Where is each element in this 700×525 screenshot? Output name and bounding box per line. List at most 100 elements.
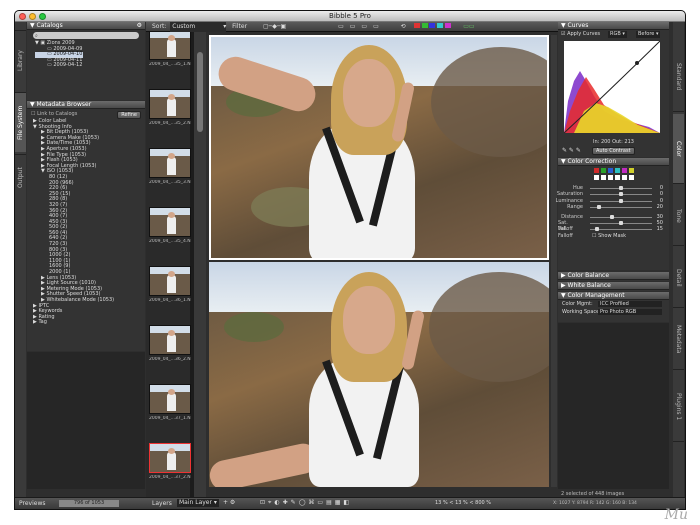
thumbnail[interactable] (149, 207, 191, 237)
swatch-slot[interactable] (593, 175, 599, 180)
thumbnail[interactable] (149, 89, 191, 119)
tool-icons[interactable]: ⊡⌖◐✚✎◯⌘▭▤▦◧ (260, 499, 352, 507)
swatch-slot[interactable] (600, 175, 606, 180)
thumbnail[interactable] (149, 266, 191, 296)
tab-tone[interactable]: Tone (673, 186, 684, 246)
close-window-button[interactable] (19, 13, 26, 20)
color-swatch[interactable] (593, 168, 599, 173)
tab-metadata[interactable]: Metadata (673, 310, 684, 370)
metadata-item[interactable]: ▶ Tag (33, 320, 145, 326)
link-checkbox[interactable]: ☐ (31, 111, 35, 117)
tab-output[interactable]: Output (15, 154, 26, 200)
tab-file-system[interactable]: File System (15, 92, 26, 152)
label-magenta-button[interactable] (445, 23, 452, 28)
thumbnail[interactable] (149, 148, 191, 178)
color-swatch[interactable] (614, 168, 620, 173)
thumbnail[interactable] (149, 384, 191, 414)
color-swatch[interactable] (628, 168, 634, 173)
slider-track[interactable] (590, 216, 652, 218)
curves-mode-select[interactable]: Before ▾ (636, 31, 661, 38)
brush-left (224, 312, 284, 342)
metadata-browser-header[interactable]: ▼ Metadata Browser (27, 101, 145, 109)
color-mgmt-select[interactable]: ICC Profiled (598, 301, 662, 307)
label-red-button[interactable] (413, 23, 420, 28)
apply-curves-checkbox[interactable]: ☑ (561, 31, 565, 37)
thumbnail[interactable] (149, 30, 191, 60)
swatch-slot[interactable] (607, 175, 613, 180)
scroll-thumb[interactable] (197, 52, 203, 132)
slider-value[interactable]: 20 (657, 204, 663, 210)
slider-value[interactable]: 15 (657, 226, 663, 232)
slider-knob[interactable] (619, 186, 623, 190)
thumbnail[interactable] (149, 325, 191, 355)
view-mode-icons[interactable]: ▭▭▭▭ (338, 23, 385, 30)
label-cyan-button[interactable] (437, 23, 444, 28)
size-slider-icon[interactable]: ▢─◆─▣ (263, 23, 286, 30)
catalog-action-icon[interactable]: ⚙ (137, 22, 142, 29)
slider-knob[interactable] (619, 220, 623, 225)
label-blue-button[interactable] (429, 23, 436, 28)
color-balance-header[interactable]: ▶ Color Balance (558, 272, 669, 280)
tab-color[interactable]: Color (673, 114, 684, 184)
out-value[interactable]: 213 (624, 139, 634, 145)
slider-track[interactable] (590, 229, 652, 231)
sort-select[interactable]: Custom ▾ (170, 22, 227, 32)
add-layer-icon[interactable]: + ⚙ (223, 499, 235, 506)
filter-button[interactable]: Filter (232, 23, 247, 30)
thumb-figure (167, 98, 176, 116)
selection-count: 2 selected of 448 images (561, 491, 625, 497)
slider-knob[interactable] (597, 205, 602, 210)
thumbnail[interactable] (149, 443, 191, 473)
slider-knob[interactable] (609, 214, 614, 219)
slider-row: Val. Falloff 15 (558, 226, 669, 238)
thumbnail-strip-scroll-track[interactable] (194, 22, 206, 497)
tab-standard[interactable]: Standard (673, 42, 684, 112)
zoom-readout[interactable]: 13 % < 13 % < 800 % (435, 500, 491, 506)
tab-plugins[interactable]: Plugins 1 (673, 372, 684, 442)
refine-button[interactable]: Refine (117, 111, 141, 119)
rotate-icon[interactable]: ⟲ (401, 23, 406, 30)
curves-histogram[interactable] (564, 41, 660, 133)
catalog-search-input[interactable]: ⌕ (33, 32, 139, 39)
color-swatch[interactable] (600, 168, 606, 173)
tab-library[interactable]: Library (15, 30, 26, 90)
white-balance-header[interactable]: ▶ White Balance (558, 282, 669, 290)
swatch-slot[interactable] (621, 175, 627, 180)
slider-knob[interactable] (619, 192, 623, 197)
color-swatch[interactable] (621, 168, 627, 173)
layer-select[interactable]: Main Layer ▾ (177, 499, 219, 507)
show-mask-label: Show Mask (598, 232, 627, 239)
layers-label[interactable]: Layers (152, 500, 172, 507)
working-space-select[interactable]: Pro Photo RGB (598, 309, 662, 315)
curve-point[interactable] (635, 61, 639, 65)
color-swatch[interactable] (607, 168, 613, 173)
swatch-slot[interactable] (628, 175, 634, 180)
curves-channel-select[interactable]: RGB ▾ (608, 31, 627, 38)
label-green-button[interactable] (421, 23, 428, 28)
metadata-link-row: ☐ Link to Catalogs Refine (27, 109, 145, 119)
show-mask-checkbox[interactable]: ☐ (592, 233, 596, 239)
preview-scrollbar[interactable] (551, 35, 557, 487)
color-management-header[interactable]: ▼ Color Management (558, 292, 669, 300)
auto-contrast-button[interactable]: Auto Contrast (592, 147, 635, 155)
in-value[interactable]: 200 (601, 139, 611, 145)
compare-icon[interactable]: ▭▭ (463, 23, 474, 30)
catalogs-header[interactable]: ▼ Catalogs ⚙ (27, 22, 145, 30)
zoom-window-button[interactable] (39, 13, 46, 20)
curves-io-row: In: 200 Out: 213 (558, 139, 669, 145)
tab-detail[interactable]: Detail (673, 248, 684, 308)
main-preview-bottom[interactable] (209, 262, 549, 487)
catalog-item[interactable]: ▭ 2009-04-12 (35, 63, 145, 69)
white-balance-title: White Balance (567, 282, 611, 289)
catalogs-panel: ▼ Catalogs ⚙ ⌕ ▼ ▣ Zions 2009 ▭ 2009-04-… (27, 22, 145, 100)
swatch-slot[interactable] (614, 175, 620, 180)
color-correction-header[interactable]: ▼ Color Correction (558, 158, 669, 166)
eyedropper-icon[interactable]: ✎ ✎ ✎ (562, 147, 581, 154)
metadata-item-label: Whitebalance Mode (1053) (46, 297, 115, 303)
curves-header[interactable]: ▼ Curves (558, 22, 669, 30)
minimize-window-button[interactable] (29, 13, 36, 20)
slider-knob[interactable] (595, 227, 600, 232)
slider-knob[interactable] (619, 198, 623, 203)
main-preview-top[interactable] (209, 35, 549, 260)
title-bar: Bibble 5 Pro (15, 11, 685, 22)
